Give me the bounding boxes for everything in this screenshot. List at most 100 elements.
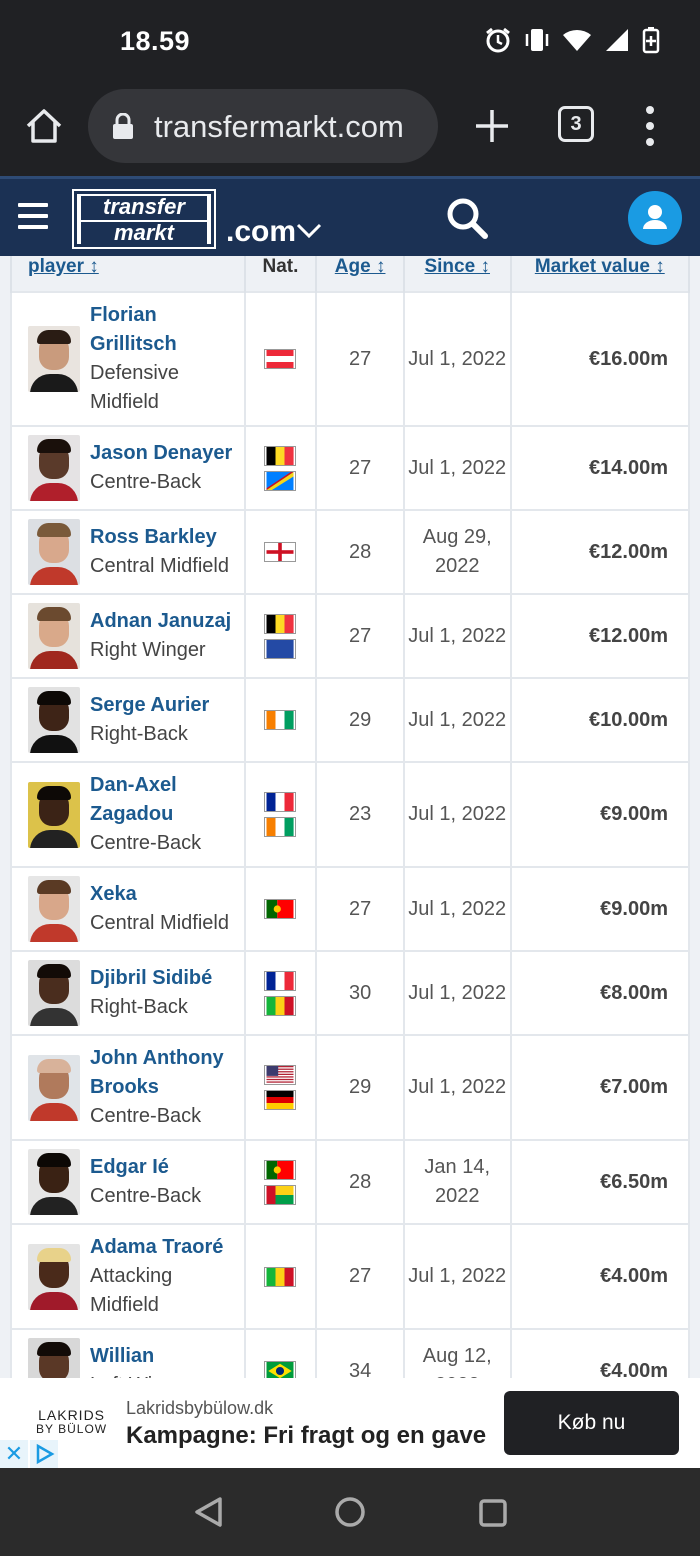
home-icon[interactable] bbox=[22, 104, 66, 148]
flag-icon bbox=[264, 542, 297, 562]
more-options-icon[interactable] bbox=[640, 102, 660, 150]
hamburger-menu-icon[interactable] bbox=[18, 203, 48, 229]
age-cell: 27 bbox=[315, 425, 405, 511]
address-bar[interactable]: transfermarkt.com bbox=[88, 89, 438, 163]
ad-close-icon[interactable]: ✕ bbox=[0, 1440, 28, 1468]
lock-icon bbox=[113, 113, 133, 139]
market-value-cell: €4.00m bbox=[509, 1328, 691, 1378]
logo-text-top: transfer bbox=[81, 196, 207, 220]
search-icon[interactable] bbox=[446, 197, 488, 239]
flag-icon bbox=[264, 970, 297, 991]
nationality-cell bbox=[243, 1223, 318, 1330]
header-since[interactable]: Since ↕ bbox=[402, 256, 512, 292]
player-photo[interactable] bbox=[28, 1338, 80, 1378]
home-nav-icon[interactable] bbox=[334, 1496, 366, 1528]
player-name-link[interactable]: Edgar Ié bbox=[90, 1153, 201, 1182]
player-photo[interactable] bbox=[28, 876, 80, 942]
player-name-link[interactable]: Xeka bbox=[90, 880, 229, 909]
player-cell: Serge Aurier Right-Back bbox=[10, 677, 246, 763]
player-position: Defensive Midfield bbox=[90, 362, 179, 413]
player-name-link[interactable]: Djibril Sidibé bbox=[90, 964, 212, 993]
player-photo[interactable] bbox=[28, 781, 80, 848]
player-name-link[interactable]: Jason Denayer bbox=[90, 439, 232, 468]
player-photo[interactable] bbox=[28, 435, 80, 501]
player-cell: Dan-Axel Zagadou Centre-Back bbox=[10, 761, 246, 868]
header-age[interactable]: Age ↕ bbox=[315, 256, 405, 292]
player-cell: Adama Traoré Attacking Midfield bbox=[10, 1223, 246, 1330]
player-name-link[interactable]: Adnan Januzaj bbox=[90, 607, 231, 636]
new-tab-icon[interactable] bbox=[472, 106, 512, 146]
player-photo[interactable] bbox=[28, 1243, 80, 1310]
flag-icon bbox=[264, 349, 297, 369]
flag-icon bbox=[264, 1090, 297, 1110]
since-cell: Jul 1, 2022 bbox=[402, 1223, 512, 1330]
ad-banner[interactable]: LAKRIDS BY BÜLOW Lakridsbybülow.dk Kampa… bbox=[0, 1378, 700, 1468]
player-name-link[interactable]: Serge Aurier bbox=[90, 691, 209, 720]
player-name-link[interactable]: Ross Barkley bbox=[90, 523, 229, 552]
player-cell: Djibril Sidibé Right-Back bbox=[10, 950, 246, 1036]
flag-icon bbox=[264, 817, 297, 837]
table-row: Jason Denayer Centre-Back 27 Jul 1, 2022 €14… bbox=[10, 425, 691, 511]
flag-icon bbox=[264, 470, 297, 491]
player-photo[interactable] bbox=[28, 687, 80, 753]
adchoices-icon[interactable] bbox=[30, 1440, 58, 1468]
header-player[interactable]: player ↕ bbox=[10, 256, 246, 292]
player-photo[interactable] bbox=[28, 326, 80, 392]
player-photo[interactable] bbox=[28, 519, 80, 585]
market-value-cell: €4.00m bbox=[509, 1223, 691, 1330]
header-market-value[interactable]: Market value ↕ bbox=[509, 256, 691, 292]
table-row: Ross Barkley Central Midfield 28 Aug 29, 20… bbox=[10, 509, 691, 595]
logo-text-bottom: markt bbox=[81, 222, 207, 246]
chevron-down-icon[interactable] bbox=[296, 223, 322, 239]
tab-switcher-button[interactable]: 3 bbox=[558, 106, 594, 142]
age-cell: 29 bbox=[315, 677, 405, 763]
vibrate-icon bbox=[525, 29, 549, 51]
ad-brand-logo: LAKRIDS BY BÜLOW bbox=[36, 1407, 108, 1436]
player-cell: John Anthony Brooks Centre-Back bbox=[10, 1034, 246, 1141]
back-icon[interactable] bbox=[192, 1496, 226, 1528]
player-cell: Adnan Januzaj Right Winger bbox=[10, 593, 246, 679]
player-position: Centre-Back bbox=[90, 471, 202, 493]
browser-toolbar: transfermarkt.com 3 bbox=[0, 84, 700, 176]
nationality-cell bbox=[243, 1139, 318, 1225]
player-name-link[interactable]: Florian Grillitsch bbox=[90, 301, 238, 359]
flag-icon bbox=[264, 1361, 297, 1378]
player-photo[interactable] bbox=[28, 1149, 80, 1215]
player-position: Right Winger bbox=[90, 639, 206, 661]
age-cell: 23 bbox=[315, 761, 405, 868]
player-photo[interactable] bbox=[28, 1054, 80, 1121]
nationality-cell bbox=[243, 950, 318, 1036]
since-cell: Jul 1, 2022 bbox=[402, 425, 512, 511]
table-row: Florian Grillitsch Defensive Midfield 27 Ju… bbox=[10, 291, 691, 427]
profile-button[interactable] bbox=[628, 191, 682, 245]
wifi-icon bbox=[563, 29, 591, 51]
player-photo[interactable] bbox=[28, 960, 80, 1026]
player-name-link[interactable]: Dan-Axel Zagadou bbox=[90, 771, 238, 829]
domain-selector-label[interactable]: .com bbox=[226, 215, 296, 249]
since-cell: Jul 1, 2022 bbox=[402, 950, 512, 1036]
since-cell: Jul 1, 2022 bbox=[402, 593, 512, 679]
market-value-cell: €6.50m bbox=[509, 1139, 691, 1225]
age-cell: 29 bbox=[315, 1034, 405, 1141]
table-row: Dan-Axel Zagadou Centre-Back 23 Jul 1, 2022… bbox=[10, 761, 691, 868]
site-logo[interactable]: transfer markt bbox=[72, 189, 216, 249]
age-cell: 27 bbox=[315, 866, 405, 952]
market-value-cell: €10.00m bbox=[509, 677, 691, 763]
flag-icon bbox=[264, 1065, 297, 1085]
player-name-link[interactable]: Adama Traoré bbox=[90, 1233, 238, 1262]
market-value-cell: €7.00m bbox=[509, 1034, 691, 1141]
market-value-cell: €14.00m bbox=[509, 425, 691, 511]
flag-icon bbox=[264, 1184, 297, 1205]
ad-cta-button[interactable]: Køb nu bbox=[504, 1391, 679, 1455]
player-name-link[interactable]: Willian bbox=[90, 1342, 192, 1371]
flag-icon bbox=[264, 1266, 297, 1287]
site-header: transfer markt .com bbox=[0, 176, 700, 256]
player-photo[interactable] bbox=[28, 603, 80, 669]
player-name-link[interactable]: John Anthony Brooks bbox=[90, 1044, 238, 1102]
nationality-cell bbox=[243, 761, 318, 868]
recents-icon[interactable] bbox=[478, 1498, 508, 1528]
age-cell: 30 bbox=[315, 950, 405, 1036]
flag-icon bbox=[264, 792, 297, 812]
nationality-cell bbox=[243, 593, 318, 679]
ad-domain: Lakridsbybülow.dk bbox=[126, 1398, 274, 1418]
